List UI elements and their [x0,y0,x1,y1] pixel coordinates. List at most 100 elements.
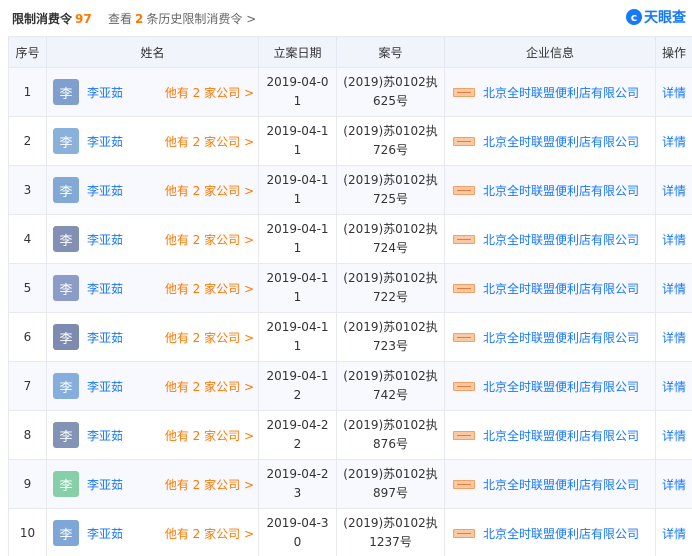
avatar[interactable]: 李 [53,422,79,448]
row-index: 8 [8,410,47,460]
row-name-cell: 李 李亚茹 他有 2 家公司 > [46,165,259,215]
company-link[interactable]: 北京全时联盟便利店有限公司 [483,280,639,297]
avatar[interactable]: 李 [53,128,79,154]
person-name-link[interactable]: 李亚茹 [87,427,123,444]
row-company-cell: 北京全时联盟便利店有限公司 [444,361,656,411]
detail-link[interactable]: 详情 [662,527,686,541]
other-companies-link[interactable]: 他有 2 家公司 > [165,378,254,395]
detail-link[interactable]: 详情 [662,429,686,443]
detail-link[interactable]: 详情 [662,282,686,296]
other-companies-link[interactable]: 他有 2 家公司 > [165,476,254,493]
other-companies-link[interactable]: 他有 2 家公司 > [165,182,254,199]
person-name-link[interactable]: 李亚茹 [87,182,123,199]
company-wrap: 北京全时联盟便利店有限公司 [445,427,655,444]
avatar[interactable]: 李 [53,373,79,399]
person-name-link[interactable]: 李亚茹 [87,231,123,248]
filing-date: 2019-04-23 [258,459,337,509]
table-row: 7 李 李亚茹 他有 2 家公司 > 2019-04-12 (2019)苏010… [8,361,692,411]
company-wrap: 北京全时联盟便利店有限公司 [445,231,655,248]
row-name-cell: 李 李亚茹 他有 2 家公司 > [46,116,259,166]
table-row: 1 李 李亚茹 他有 2 家公司 > 2019-04-01 (2019)苏010… [8,67,692,117]
company-badge-icon [453,136,475,146]
logo-text: 天眼查 [644,10,686,26]
row-company-cell: 北京全时联盟便利店有限公司 [444,116,656,166]
detail-link[interactable]: 详情 [662,135,686,149]
person-name-link[interactable]: 李亚茹 [87,84,123,101]
company-wrap: 北京全时联盟便利店有限公司 [445,329,655,346]
row-name-cell: 李 李亚茹 他有 2 家公司 > [46,410,259,460]
avatar[interactable]: 李 [53,324,79,350]
company-link[interactable]: 北京全时联盟便利店有限公司 [483,427,639,444]
avatar[interactable]: 李 [53,177,79,203]
row-company-cell: 北京全时联盟便利店有限公司 [444,459,656,509]
case-number: (2019)苏0102执742号 [336,361,445,411]
company-badge-icon [453,185,475,195]
row-name-cell: 李 李亚茹 他有 2 家公司 > [46,361,259,411]
company-link[interactable]: 北京全时联盟便利店有限公司 [483,231,639,248]
company-link[interactable]: 北京全时联盟便利店有限公司 [483,133,639,150]
row-company-cell: 北京全时联盟便利店有限公司 [444,263,656,313]
detail-link[interactable]: 详情 [662,233,686,247]
avatar[interactable]: 李 [53,226,79,252]
company-badge-icon [453,430,475,440]
other-companies-link[interactable]: 他有 2 家公司 > [165,84,254,101]
history-link[interactable]: 查看 2 条历史限制消费令 > [108,10,256,27]
row-action-cell: 详情 [655,165,692,215]
detail-link[interactable]: 详情 [662,184,686,198]
person-name-link[interactable]: 李亚茹 [87,329,123,346]
other-companies-link[interactable]: 他有 2 家公司 > [165,427,254,444]
row-action-cell: 详情 [655,214,692,264]
case-number: (2019)苏0102执726号 [336,116,445,166]
other-companies-link[interactable]: 他有 2 家公司 > [165,525,254,542]
filing-date: 2019-04-11 [258,214,337,264]
filing-date: 2019-04-01 [258,67,337,117]
person-name-link[interactable]: 李亚茹 [87,525,123,542]
detail-link[interactable]: 详情 [662,380,686,394]
row-company-cell: 北京全时联盟便利店有限公司 [444,214,656,264]
person-name-link[interactable]: 李亚茹 [87,378,123,395]
table-header-row: 序号 姓名 立案日期 案号 企业信息 操作 [8,36,692,68]
company-link[interactable]: 北京全时联盟便利店有限公司 [483,182,639,199]
table-row: 3 李 李亚茹 他有 2 家公司 > 2019-04-11 (2019)苏010… [8,165,692,215]
company-wrap: 北京全时联盟便利店有限公司 [445,182,655,199]
company-link[interactable]: 北京全时联盟便利店有限公司 [483,84,639,101]
row-name-wrap: 李 李亚茹 他有 2 家公司 > [47,177,258,203]
company-wrap: 北京全时联盟便利店有限公司 [445,133,655,150]
row-action-cell: 详情 [655,410,692,460]
table-row: 6 李 李亚茹 他有 2 家公司 > 2019-04-11 (2019)苏010… [8,312,692,362]
detail-link[interactable]: 详情 [662,331,686,345]
row-name-wrap: 李 李亚茹 他有 2 家公司 > [47,324,258,350]
section-header: 限制消费令 97 查看 2 条历史限制消费令 > c 天眼查 [0,0,692,36]
row-action-cell: 详情 [655,67,692,117]
person-name-link[interactable]: 李亚茹 [87,280,123,297]
company-badge-icon [453,479,475,489]
section-title: 限制消费令 97 [12,10,92,27]
avatar[interactable]: 李 [53,471,79,497]
other-companies-link[interactable]: 他有 2 家公司 > [165,329,254,346]
company-wrap: 北京全时联盟便利店有限公司 [445,378,655,395]
detail-link[interactable]: 详情 [662,478,686,492]
row-index: 3 [8,165,47,215]
company-link[interactable]: 北京全时联盟便利店有限公司 [483,476,639,493]
other-companies-link[interactable]: 他有 2 家公司 > [165,231,254,248]
person-name-link[interactable]: 李亚茹 [87,133,123,150]
avatar[interactable]: 李 [53,79,79,105]
row-company-cell: 北京全时联盟便利店有限公司 [444,508,656,556]
row-action-cell: 详情 [655,508,692,556]
company-link[interactable]: 北京全时联盟便利店有限公司 [483,378,639,395]
column-header-action: 操作 [655,36,692,68]
other-companies-link[interactable]: 他有 2 家公司 > [165,133,254,150]
row-name-cell: 李 李亚茹 他有 2 家公司 > [46,508,259,556]
other-companies-link[interactable]: 他有 2 家公司 > [165,280,254,297]
avatar[interactable]: 李 [53,520,79,546]
company-link[interactable]: 北京全时联盟便利店有限公司 [483,525,639,542]
history-prefix: 查看 [108,12,133,26]
company-link[interactable]: 北京全时联盟便利店有限公司 [483,329,639,346]
company-badge-icon [453,234,475,244]
row-name-wrap: 李 李亚茹 他有 2 家公司 > [47,128,258,154]
avatar[interactable]: 李 [53,275,79,301]
detail-link[interactable]: 详情 [662,86,686,100]
person-name-link[interactable]: 李亚茹 [87,476,123,493]
case-number: (2019)苏0102执1237号 [336,508,445,556]
row-name-cell: 李 李亚茹 他有 2 家公司 > [46,263,259,313]
